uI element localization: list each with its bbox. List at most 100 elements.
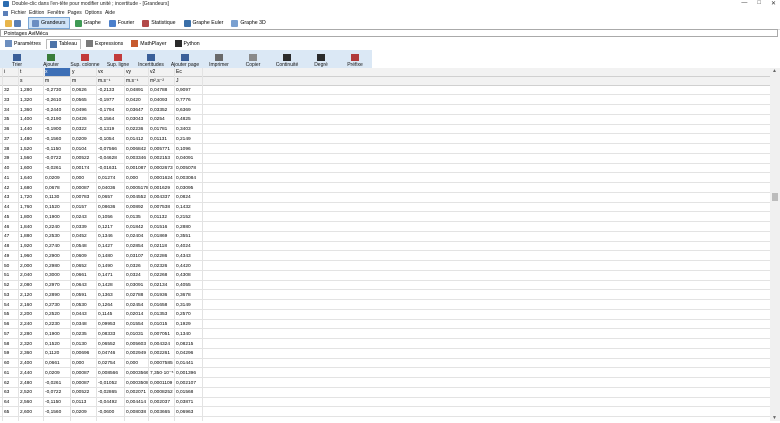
table-cell[interactable]: 0,004324 <box>150 340 175 348</box>
table-cell[interactable]: 0,2880 <box>176 223 202 231</box>
table-row[interactable]: 35 1,400 -0,2190 0,0426 -0,1564 0,03043 0,0254… <box>0 115 770 125</box>
table-cell[interactable]: 0,2890 <box>45 291 71 299</box>
table-cell[interactable]: -0,1560 <box>45 135 71 143</box>
table-cell[interactable]: 0,3551 <box>176 232 202 240</box>
sort-button[interactable]: Trier <box>0 50 34 68</box>
table-cell[interactable]: 0,1145 <box>98 310 125 318</box>
table-row[interactable]: 53 2,120 0,2890 0,0591 0,1363 0,02788 0,01936 0… <box>0 291 770 300</box>
table-cell[interactable]: 0,02268 <box>150 271 175 279</box>
table-cell[interactable]: 1,480 <box>20 135 44 143</box>
table-cell[interactable]: 0,01554 <box>126 320 150 328</box>
table-cell[interactable]: -0,2133 <box>98 86 125 94</box>
table-cell[interactable]: 0,1929 <box>176 320 202 328</box>
table-row[interactable]: 48 1,920 0,2740 0,0548 0,1427 0,02854 0,02118 0… <box>0 242 770 252</box>
table-cell[interactable]: 0,0591 <box>72 291 96 299</box>
table-cell[interactable]: -0,0600 <box>98 408 125 416</box>
table-cell[interactable]: 0,3149 <box>176 301 202 309</box>
table-cell[interactable]: 0,0007585 <box>150 359 175 367</box>
table-cell[interactable]: 0,008566 <box>98 369 125 377</box>
row-index[interactable]: 53 <box>4 291 18 299</box>
table-row[interactable]: 38 1,520 -0,1150 0,0104 -0,07566 0,006842 0,00… <box>0 145 770 154</box>
tab-fourier[interactable]: Fourier <box>106 18 137 28</box>
table-cell[interactable]: 0,3403 <box>176 125 202 133</box>
table-cell[interactable]: 0,01516 <box>150 223 175 231</box>
row-index[interactable]: 32 <box>4 86 18 94</box>
table-cell[interactable]: 0,0496 <box>72 106 96 114</box>
table-cell[interactable]: 0,0661 <box>45 359 71 367</box>
table-cell[interactable]: 0,0339 <box>72 223 96 231</box>
table-cell[interactable]: 0,0209 <box>45 174 71 182</box>
row-index[interactable]: 46 <box>4 223 18 231</box>
table-cell[interactable]: 0,0209 <box>45 369 71 377</box>
table-cell[interactable]: 0,03043 <box>126 115 150 123</box>
table-cell[interactable]: 0,0130 <box>72 340 96 348</box>
table-cell[interactable]: 0,0565 <box>72 96 96 104</box>
print-button[interactable]: Imprimer <box>202 50 236 68</box>
table-cell[interactable]: 0,2230 <box>45 320 71 328</box>
table-cell[interactable]: 0,002037 <box>150 398 175 406</box>
continuity-button[interactable]: Continuité <box>270 50 304 68</box>
row-index[interactable]: 52 <box>4 281 18 289</box>
table-cell[interactable]: 0,0626 <box>72 86 96 94</box>
table-cell[interactable]: 1,560 <box>20 154 44 162</box>
table-cell[interactable]: 0,01869 <box>150 232 175 240</box>
table-cell[interactable]: -0,0261 <box>45 164 71 172</box>
table-cell[interactable]: -0,2440 <box>45 106 71 114</box>
table-cell[interactable]: 0,0452 <box>72 232 96 240</box>
table-cell[interactable]: 0,0824 <box>176 193 202 201</box>
table-cell[interactable]: 0,0652 <box>72 262 96 270</box>
table-cell[interactable]: 0,04788 <box>150 86 175 94</box>
table-row[interactable]: 45 1,800 0,1900 0,0243 0,1056 0,0135 0,01132 0,… <box>0 213 770 222</box>
table-cell[interactable]: 0,01031 <box>126 330 150 338</box>
table-cell[interactable]: 0,00522 <box>72 154 96 162</box>
table-cell[interactable]: 0,0322 <box>72 125 96 133</box>
tab-mathplayer[interactable]: MathPlayer <box>128 39 169 48</box>
table-cell[interactable]: -0,0261 <box>45 379 71 387</box>
table-cell[interactable]: 0,002949 <box>126 349 150 357</box>
table-cell[interactable]: 0,0243 <box>72 213 96 221</box>
table-cell[interactable]: 0,01274 <box>98 174 125 182</box>
row-index[interactable]: 63 <box>4 388 18 396</box>
table-cell[interactable]: -0,01052 <box>98 379 125 387</box>
table-row[interactable]: 43 1,720 0,1130 0,00783 0,0657 0,004552 0,0043… <box>0 193 770 203</box>
table-cell[interactable]: 0,04296 <box>176 349 202 357</box>
table-cell[interactable]: 2,040 <box>20 271 44 279</box>
table-cell[interactable]: 0,06552 <box>98 340 125 348</box>
menu-edition[interactable]: Edition <box>29 10 44 16</box>
table-cell[interactable]: 1,360 <box>20 106 44 114</box>
table-cell[interactable]: -0,1054 <box>98 135 125 143</box>
table-cell[interactable]: -0,2730 <box>45 86 71 94</box>
table-cell[interactable]: 2,400 <box>20 359 44 367</box>
table-cell[interactable]: 0,0678 <box>45 184 71 192</box>
row-index[interactable]: 37 <box>4 135 18 143</box>
row-index[interactable]: 40 <box>4 164 18 172</box>
table-cell[interactable]: 0,2980 <box>45 262 71 270</box>
table-row[interactable]: 46 1,840 0,2240 0,0339 0,1217 0,01842 0,01516 0… <box>0 223 770 232</box>
row-index[interactable]: 41 <box>4 174 18 182</box>
row-index[interactable]: 59 <box>4 349 18 357</box>
table-row[interactable]: 60 2,400 0,0661 0,000 0,02754 0,000 0,0007585 0… <box>0 359 770 369</box>
table-row[interactable]: 58 2,320 0,1520 0,0130 0,06552 0,005603 0,0043… <box>0 340 770 349</box>
table-cell[interactable]: 7,350·10⁻⁵ <box>150 369 175 377</box>
column-unit[interactable]: m.s⁻¹ <box>126 77 150 85</box>
table-row[interactable]: 65 2,600 -0,1560 0,0209 -0,0600 0,008038 0,003… <box>0 408 770 417</box>
table-cell[interactable]: 0,001396 <box>176 369 202 377</box>
table-cell[interactable]: 2,520 <box>20 388 44 396</box>
table-cell[interactable]: 0,02326 <box>150 262 175 270</box>
table-cell[interactable]: 2,120 <box>20 291 44 299</box>
table-cell[interactable]: -0,1900 <box>45 125 71 133</box>
row-index[interactable]: 33 <box>4 96 18 104</box>
column-header[interactable]: vy <box>126 68 150 76</box>
table-cell[interactable]: 1,520 <box>20 145 44 153</box>
table-row[interactable]: 59 2,360 0,1120 0,00696 0,04746 0,002949 0,002… <box>0 349 770 359</box>
table-cell[interactable]: 0,00783 <box>72 193 96 201</box>
table-cell[interactable]: 0,0209 <box>72 135 96 143</box>
table-row[interactable]: 56 2,240 0,2230 0,0348 0,09953 0,01554 0,01015… <box>0 320 770 330</box>
tab-tableau[interactable]: Tableau <box>45 38 81 49</box>
table-cell[interactable]: -0,1564 <box>98 115 125 123</box>
table-cell[interactable]: 0,1520 <box>45 340 71 348</box>
menu-pages[interactable]: Pages <box>68 10 82 16</box>
table-cell[interactable]: -0,1319 <box>98 125 125 133</box>
row-index[interactable]: 58 <box>4 340 18 348</box>
table-cell[interactable]: 0,0443 <box>72 310 96 318</box>
